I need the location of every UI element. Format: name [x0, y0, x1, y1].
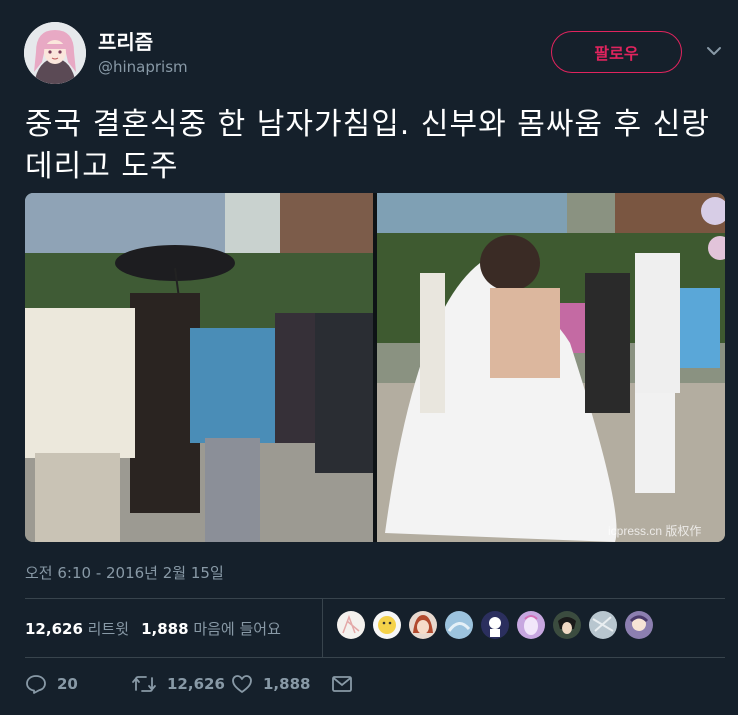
reply-count: 20: [57, 675, 78, 693]
likes-count: 1,888: [141, 620, 189, 638]
media-photo-right[interactable]: icpress.cn 版权作: [377, 193, 725, 542]
liker-avatar[interactable]: [373, 611, 401, 639]
likes-stat[interactable]: 1,888 마음에 들어요: [141, 618, 281, 639]
liker-avatar[interactable]: [337, 611, 365, 639]
liker-avatar[interactable]: [625, 611, 653, 639]
tweet-text: 중국 결혼식중 한 남자가침입. 신부와 몸싸움 후 신랑 데리고 도주: [25, 107, 710, 184]
like-button[interactable]: 1,888: [231, 674, 331, 694]
likers-avatars: [337, 611, 653, 639]
tweet-timestamp[interactable]: 오전 6:10 - 2016년 2월 15일: [25, 562, 224, 583]
tweet-actions: 20 12,626 1,888: [25, 674, 363, 694]
liker-avatar[interactable]: [409, 611, 437, 639]
tweet-media[interactable]: icpress.cn 版权作: [25, 193, 725, 542]
liker-avatar[interactable]: [517, 611, 545, 639]
retweets-count: 12,626: [25, 620, 83, 638]
follow-button-label: 팔로우: [594, 44, 639, 63]
tweet-stats: 12,626 리트윗 1,888 마음에 들어요: [25, 618, 281, 639]
liker-avatar[interactable]: [553, 611, 581, 639]
reply-button[interactable]: 20: [25, 674, 131, 694]
retweet-icon: [132, 676, 156, 692]
user-handle[interactable]: @hinaprism: [98, 58, 188, 76]
retweet-button[interactable]: 12,626: [131, 674, 231, 694]
divider: [25, 657, 725, 658]
envelope-icon: [332, 676, 352, 692]
liker-avatar[interactable]: [589, 611, 617, 639]
like-count: 1,888: [263, 675, 311, 693]
stats-separator: [322, 598, 323, 658]
chevron-down-icon[interactable]: [704, 44, 724, 58]
liker-avatar[interactable]: [481, 611, 509, 639]
user-avatar[interactable]: [24, 22, 86, 84]
reply-icon: [26, 675, 46, 694]
likes-label: 마음에 들어요: [193, 620, 281, 638]
divider: [25, 598, 725, 599]
direct-message-button[interactable]: [331, 675, 363, 693]
liker-avatar[interactable]: [445, 611, 473, 639]
retweets-stat[interactable]: 12,626 리트윗: [25, 618, 129, 639]
media-photo-left[interactable]: [25, 193, 373, 542]
media-watermark: icpress.cn 版权作: [608, 524, 701, 538]
heart-icon: [232, 675, 252, 693]
follow-button[interactable]: 팔로우: [551, 31, 682, 73]
user-display-name[interactable]: 프리즘: [98, 26, 153, 55]
retweets-label: 리트윗: [87, 620, 130, 638]
retweet-count: 12,626: [167, 675, 225, 693]
